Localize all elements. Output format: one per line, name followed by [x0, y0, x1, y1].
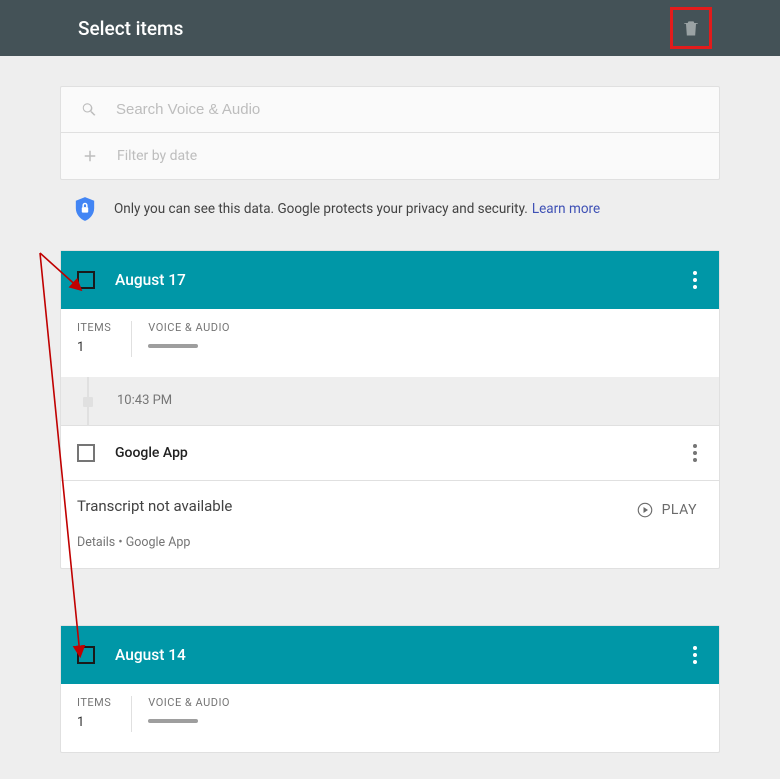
day-card: August 17 ITEMS 1 VOICE & AUDIO 10:43 PM…	[60, 250, 720, 569]
day-menu-button[interactable]	[685, 638, 705, 672]
filter-by-date-row[interactable]: Filter by date	[61, 133, 719, 179]
details-link[interactable]: Details	[77, 535, 115, 550]
audio-stat: VOICE & AUDIO	[148, 321, 230, 348]
items-label: ITEMS	[77, 321, 111, 334]
search-row[interactable]	[61, 87, 719, 133]
day-card: August 14 ITEMS 1 VOICE & AUDIO	[60, 625, 720, 753]
items-count: 1	[77, 715, 111, 730]
entry-menu-button[interactable]	[685, 436, 705, 470]
stat-divider	[131, 321, 132, 357]
play-label: PLAY	[662, 502, 697, 518]
delete-button[interactable]	[670, 7, 712, 49]
stat-divider	[131, 696, 132, 732]
trash-icon	[681, 17, 701, 39]
shield-lock-icon	[74, 196, 96, 222]
day-menu-button[interactable]	[685, 263, 705, 297]
search-icon	[81, 101, 98, 119]
more-vert-icon	[693, 444, 697, 462]
timeline-dot-icon	[83, 397, 93, 407]
entry-header: Google App	[61, 425, 719, 481]
plus-icon	[81, 147, 99, 165]
day-header: August 14	[61, 626, 719, 684]
privacy-text: Only you can see this data. Google prote…	[114, 201, 528, 217]
items-label: ITEMS	[77, 696, 111, 709]
play-circle-icon	[636, 501, 654, 519]
search-input[interactable]	[116, 101, 699, 118]
entry-title: Google App	[115, 445, 188, 461]
source-link[interactable]: Google App	[126, 535, 191, 550]
entry-body: Transcript not available PLAY Details • …	[61, 481, 719, 568]
timeline-segment: 10:43 PM	[61, 377, 719, 425]
day-header: August 17	[61, 251, 719, 309]
audio-bar-icon	[148, 344, 198, 348]
day-date: August 14	[115, 646, 186, 664]
transcript-text: Transcript not available	[77, 497, 703, 515]
learn-more-link[interactable]: Learn more	[532, 201, 600, 217]
filter-label: Filter by date	[117, 148, 197, 164]
entry-details-row: Details • Google App	[77, 535, 703, 550]
search-filter-card: Filter by date	[60, 86, 720, 180]
day-checkbox[interactable]	[77, 646, 95, 664]
audio-bar-icon	[148, 719, 198, 723]
day-date: August 17	[115, 271, 186, 289]
day-stats: ITEMS 1 VOICE & AUDIO	[61, 684, 719, 752]
page-title: Select items	[78, 17, 183, 40]
items-stat: ITEMS 1	[77, 321, 111, 355]
day-checkbox[interactable]	[77, 271, 95, 289]
entry-checkbox[interactable]	[77, 444, 95, 462]
app-header: Select items	[0, 0, 780, 56]
more-vert-icon	[693, 646, 697, 664]
audio-label: VOICE & AUDIO	[148, 696, 230, 709]
items-count: 1	[77, 340, 111, 355]
audio-stat: VOICE & AUDIO	[148, 696, 230, 723]
more-vert-icon	[693, 271, 697, 289]
audio-label: VOICE & AUDIO	[148, 321, 230, 334]
privacy-notice: Only you can see this data. Google prote…	[60, 180, 720, 250]
day-stats: ITEMS 1 VOICE & AUDIO	[61, 309, 719, 377]
entry-time: 10:43 PM	[117, 393, 172, 408]
play-button[interactable]: PLAY	[636, 501, 697, 519]
items-stat: ITEMS 1	[77, 696, 111, 730]
